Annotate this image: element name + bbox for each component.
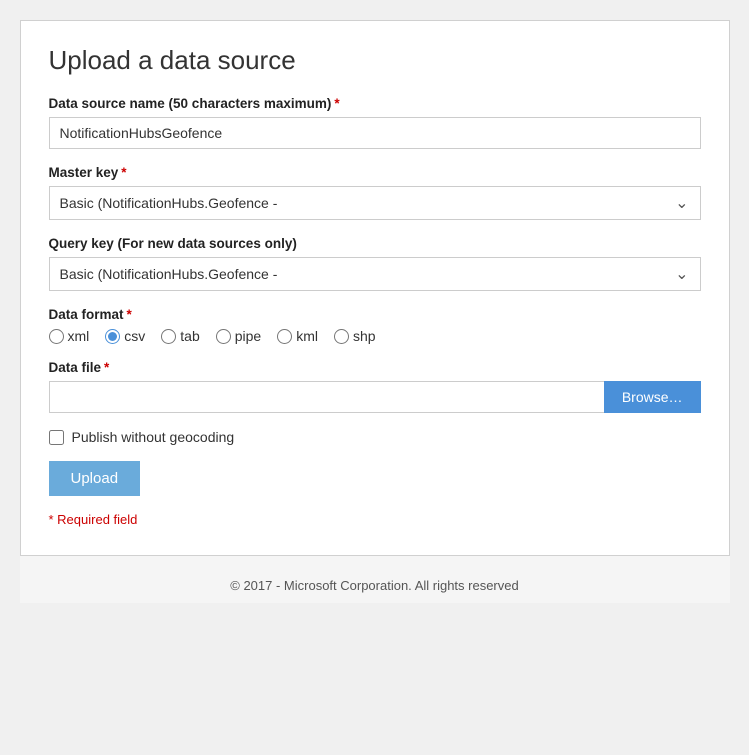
page-title: Upload a data source <box>49 45 701 76</box>
data-source-name-input[interactable] <box>49 117 701 149</box>
radio-shp[interactable] <box>334 329 349 344</box>
upload-button[interactable]: Upload <box>49 461 141 496</box>
master-key-group: Master key* Basic (NotificationHubs.Geof… <box>49 165 701 220</box>
required-star-format: * <box>127 307 132 322</box>
browse-button[interactable]: Browse… <box>604 381 701 413</box>
form-card: Upload a data source Data source name (5… <box>20 20 730 556</box>
data-source-name-group: Data source name (50 characters maximum)… <box>49 96 701 149</box>
radio-item-xml[interactable]: xml <box>49 328 90 344</box>
radio-label-xml: xml <box>68 328 90 344</box>
data-file-group: Data file* Browse… <box>49 360 701 413</box>
required-star-master: * <box>121 165 126 180</box>
radio-item-pipe[interactable]: pipe <box>216 328 261 344</box>
radio-label-csv: csv <box>124 328 145 344</box>
required-star-name: * <box>334 96 339 111</box>
radio-csv[interactable] <box>105 329 120 344</box>
radio-kml[interactable] <box>277 329 292 344</box>
master-key-select-wrapper: Basic (NotificationHubs.Geofence - ⌄ <box>49 186 701 220</box>
query-key-select[interactable]: Basic (NotificationHubs.Geofence - <box>49 257 701 291</box>
footer: © 2017 - Microsoft Corporation. All righ… <box>20 556 730 603</box>
radio-item-tab[interactable]: tab <box>161 328 199 344</box>
radio-item-kml[interactable]: kml <box>277 328 318 344</box>
master-key-label: Master key* <box>49 165 701 180</box>
radio-label-pipe: pipe <box>235 328 261 344</box>
data-format-group: Data format* xml csv tab pipe <box>49 307 701 344</box>
radio-pipe[interactable] <box>216 329 231 344</box>
radio-item-shp[interactable]: shp <box>334 328 376 344</box>
required-field-note: * Required field <box>49 512 701 527</box>
publish-geocoding-label[interactable]: Publish without geocoding <box>72 429 235 445</box>
query-key-select-wrapper: Basic (NotificationHubs.Geofence - ⌄ <box>49 257 701 291</box>
data-file-label: Data file* <box>49 360 701 375</box>
radio-label-shp: shp <box>353 328 376 344</box>
query-key-label: Query key (For new data sources only) <box>49 236 701 251</box>
file-input-row: Browse… <box>49 381 701 413</box>
radio-label-tab: tab <box>180 328 199 344</box>
data-source-name-label: Data source name (50 characters maximum)… <box>49 96 701 111</box>
publish-geocoding-row: Publish without geocoding <box>49 429 701 445</box>
radio-item-csv[interactable]: csv <box>105 328 145 344</box>
page-wrapper: Upload a data source Data source name (5… <box>20 20 730 603</box>
data-file-input[interactable] <box>49 381 604 413</box>
master-key-select[interactable]: Basic (NotificationHubs.Geofence - <box>49 186 701 220</box>
required-star-file: * <box>104 360 109 375</box>
publish-geocoding-checkbox[interactable] <box>49 430 64 445</box>
radio-xml[interactable] <box>49 329 64 344</box>
radio-label-kml: kml <box>296 328 318 344</box>
query-key-group: Query key (For new data sources only) Ba… <box>49 236 701 291</box>
radio-tab[interactable] <box>161 329 176 344</box>
data-format-radio-group: xml csv tab pipe kml <box>49 328 701 344</box>
data-format-label: Data format* <box>49 307 701 322</box>
